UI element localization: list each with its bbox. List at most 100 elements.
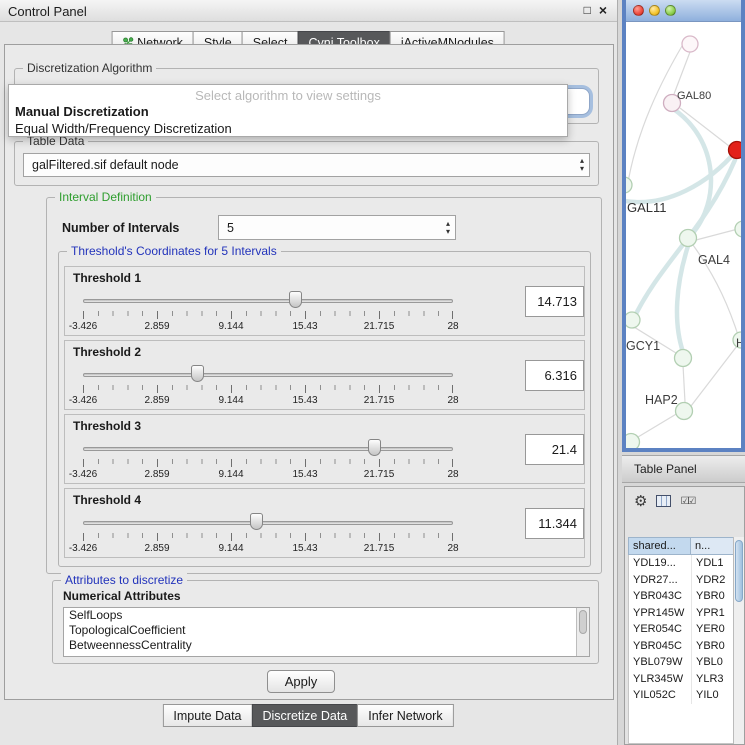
close-traffic-light[interactable]: [633, 5, 644, 16]
slider-track[interactable]: [83, 299, 453, 303]
table-panel-title: Table Panel: [634, 462, 697, 476]
zoom-traffic-light[interactable]: [665, 5, 676, 16]
settings-gear-icon[interactable]: ⚙: [634, 494, 647, 509]
minimize-traffic-light[interactable]: [649, 5, 660, 16]
numerical-attributes-list[interactable]: SelfLoops TopologicalCoefficient Between…: [63, 607, 590, 657]
threshold-1-slider[interactable]: -3.4262.8599.14415.4321.71528: [83, 289, 453, 335]
slider-thumb[interactable]: [289, 291, 302, 308]
table-scrollbar[interactable]: [733, 537, 744, 744]
number-of-intervals-value: 5: [227, 216, 234, 240]
table-row[interactable]: YIL052CYIL0: [629, 687, 735, 704]
network-edges-thick: [626, 108, 737, 352]
network-window-titlebar[interactable]: [626, 0, 741, 22]
node-gcy1[interactable]: [626, 312, 640, 328]
interval-definition-group-label: Interval Definition: [55, 190, 156, 204]
threshold-4-label: Threshold 4: [73, 493, 141, 507]
table-row[interactable]: YDL19...YDL1: [629, 555, 735, 572]
node-hap2[interactable]: [676, 403, 693, 420]
close-window-icon[interactable]: ×: [599, 2, 607, 18]
slider-track[interactable]: [83, 521, 453, 525]
slider-thumb[interactable]: [191, 365, 204, 382]
algorithm-option-equal-width-frequency[interactable]: Equal Width/Frequency Discretization: [15, 121, 232, 136]
table-row[interactable]: YDR27...YDR2: [629, 572, 735, 589]
application: Control Panel □ × Network Style Sele: [0, 0, 745, 745]
threshold-4-value-field[interactable]: 11.344: [525, 508, 584, 539]
table-row[interactable]: YLR345WYLR3: [629, 671, 735, 688]
table-header-row: shared... n...: [628, 537, 736, 555]
slider-track[interactable]: [83, 447, 453, 451]
threshold-3-value-field[interactable]: 21.4: [525, 434, 584, 465]
scrollbar-thumb[interactable]: [579, 610, 587, 634]
node[interactable]: [675, 350, 692, 367]
table-row[interactable]: YBR045CYBR0: [629, 638, 735, 655]
float-window-icon[interactable]: □: [584, 3, 591, 18]
node-label-gcy1: GCY1: [626, 339, 660, 353]
slider-ticks: [83, 311, 453, 319]
table-data-combobox[interactable]: galFiltered.sif default node ▴▾: [23, 153, 590, 177]
node-label-gal11: GAL11: [627, 200, 667, 215]
node-gal11[interactable]: [626, 177, 632, 193]
threshold-2-label: Threshold 2: [73, 345, 141, 359]
list-item[interactable]: SelfLoops: [64, 608, 589, 623]
tab-infer-network[interactable]: Infer Network: [357, 704, 453, 727]
spinner-arrows-icon: ▴▾: [446, 220, 450, 236]
algorithm-dropdown-popup: Select algorithm to view settings Manual…: [8, 84, 568, 137]
column-header-name[interactable]: n...: [691, 537, 736, 555]
node[interactable]: [735, 221, 741, 237]
combo-arrows-icon: ▴▾: [580, 157, 584, 173]
table-row[interactable]: YBL079WYBL0: [629, 654, 735, 671]
select-columns-icon[interactable]: ☑☑: [680, 496, 694, 507]
threshold-3-panel: Threshold 3 -3.4262.8599.14415.4321.7152…: [64, 414, 585, 484]
control-panel-titlebar: Control Panel □ ×: [0, 0, 617, 22]
node-gal4[interactable]: [680, 230, 697, 247]
node-label-partial: H: [736, 336, 741, 350]
attributes-group-label: Attributes to discretize: [61, 573, 187, 587]
number-of-intervals-spinner[interactable]: 5 ▴▾: [218, 215, 456, 240]
network-view-window: GAL80 GAL11 GAL4 GCY1 HAP2 H: [622, 0, 745, 452]
algorithm-placeholder: Select algorithm to view settings: [9, 88, 567, 103]
node-label-gal80: GAL80: [677, 90, 711, 102]
slider-track[interactable]: [83, 373, 453, 377]
network-canvas[interactable]: GAL80 GAL11 GAL4 GCY1 HAP2 H: [626, 22, 741, 448]
numerical-attributes-label: Numerical Attributes: [63, 589, 181, 603]
apply-button[interactable]: Apply: [267, 670, 335, 693]
threshold-1-value-field[interactable]: 14.713: [525, 286, 584, 317]
scrollbar-thumb[interactable]: [735, 540, 743, 602]
threshold-1-panel: Threshold 1 -3.4262.8599.14415.4321.7152…: [64, 266, 585, 336]
node-label-gal4: GAL4: [698, 253, 730, 267]
table-data-group: Table Data galFiltered.sif default node …: [14, 141, 599, 186]
list-item[interactable]: TopologicalCoefficient: [64, 623, 589, 638]
tab-label: Impute Data: [173, 709, 241, 723]
slider-thumb[interactable]: [250, 513, 263, 530]
table-row[interactable]: YBR043CYBR0: [629, 588, 735, 605]
table-panel-toolbar: ⚙ ☑☑: [625, 487, 744, 515]
columns-icon[interactable]: [656, 495, 671, 507]
tab-discretize-data[interactable]: Discretize Data: [252, 704, 359, 727]
tab-label: Infer Network: [368, 709, 442, 723]
threshold-4-slider[interactable]: -3.4262.8599.14415.4321.71528: [83, 511, 453, 557]
selected-red-node[interactable]: [729, 142, 742, 159]
threshold-4-panel: Threshold 4 -3.4262.8599.14415.4321.7152…: [64, 488, 585, 558]
threshold-2-slider[interactable]: -3.4262.8599.14415.4321.71528: [83, 363, 453, 409]
slider-ticks: [83, 385, 453, 393]
slider-ticks: [83, 459, 453, 467]
algorithm-option-manual-discretization[interactable]: Manual Discretization: [15, 104, 149, 119]
threshold-3-slider[interactable]: -3.4262.8599.14415.4321.71528: [83, 437, 453, 483]
table-row[interactable]: YER054CYER0: [629, 621, 735, 638]
threshold-3-label: Threshold 3: [73, 419, 141, 433]
list-item[interactable]: BetweennessCentrality: [64, 638, 589, 653]
table-row[interactable]: YPR145WYPR1: [629, 605, 735, 622]
tab-impute-data[interactable]: Impute Data: [162, 704, 252, 727]
thresholds-group-label: Threshold's Coordinates for 5 Intervals: [67, 244, 281, 258]
threshold-2-value-field[interactable]: 6.316: [525, 360, 584, 391]
table-panel: ⚙ ☑☑ shared... n... YDL19...YDL1 YDR27..…: [624, 486, 745, 745]
slider-thumb[interactable]: [368, 439, 381, 456]
cyni-bottom-tabbar: Impute Data Discretize Data Infer Networ…: [163, 704, 453, 727]
threshold-1-label: Threshold 1: [73, 271, 141, 285]
node[interactable]: [682, 36, 698, 52]
column-header-shared-name[interactable]: shared...: [628, 537, 691, 555]
table-rows: YDL19...YDL1 YDR27...YDR2 YBR043CYBR0 YP…: [628, 555, 736, 744]
node[interactable]: [626, 434, 640, 449]
discretization-algorithm-group-label: Discretization Algorithm: [23, 61, 156, 75]
list-scrollbar[interactable]: [576, 608, 589, 656]
